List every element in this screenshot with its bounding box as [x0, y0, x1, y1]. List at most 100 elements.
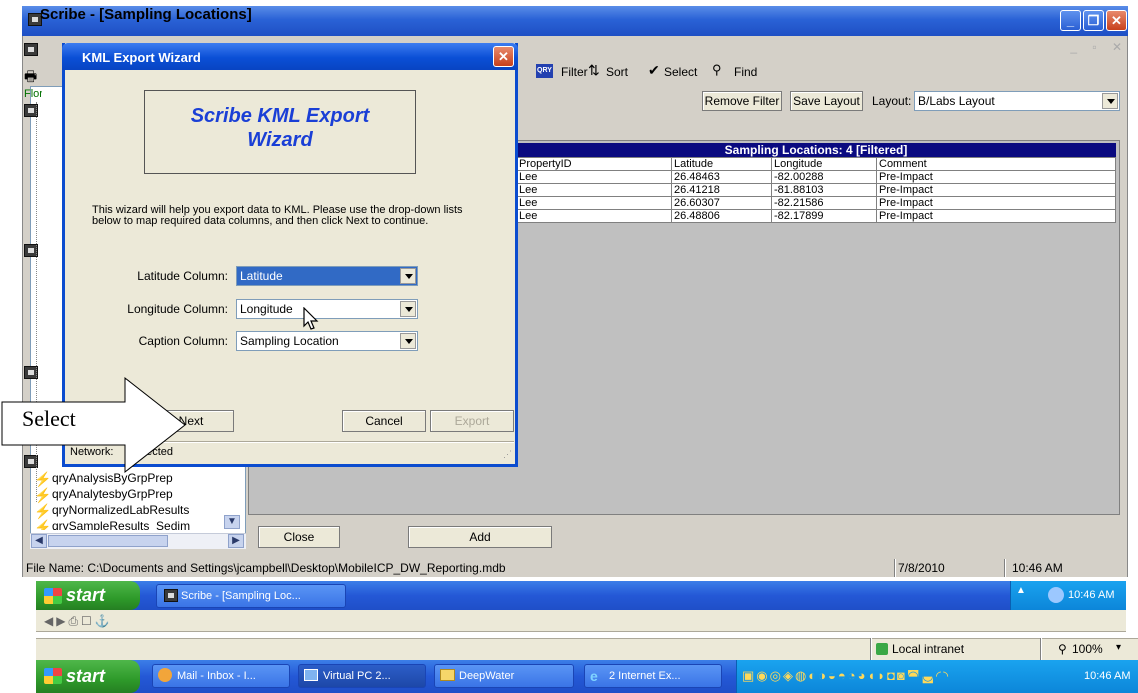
print-icon[interactable]: 🖶	[24, 66, 37, 90]
mdi-controls[interactable]: _ ▫ ✕	[1070, 40, 1128, 54]
chevron-down-icon[interactable]	[400, 333, 416, 349]
browser-status-bar	[36, 638, 1138, 660]
caption-dropdown[interactable]: Sampling Location	[236, 331, 418, 351]
table-row[interactable]: Lee 26.48463 -82.00288 Pre-Impact	[516, 170, 1116, 184]
status-time: 10:46 AM	[1012, 561, 1063, 575]
scroll-left-icon[interactable]: ◀	[31, 534, 47, 548]
table-cell[interactable]: Pre-Impact	[876, 196, 1116, 210]
binoculars-icon[interactable]: ⚲	[712, 62, 722, 78]
callout-text: Select	[22, 406, 76, 431]
mouse-cursor-icon	[303, 307, 319, 330]
table-cell[interactable]: -82.17899	[771, 209, 877, 223]
list-item[interactable]: ⚡qryAnalytesbyGrpPrep	[34, 486, 173, 502]
column-header[interactable]: PropertyID	[516, 157, 672, 171]
latitude-label: Latitude Column:	[137, 269, 228, 283]
task-mail[interactable]: Mail - Inbox - I...	[152, 664, 290, 688]
select-button[interactable]: Select	[664, 65, 697, 79]
longitude-value: Longitude	[240, 302, 293, 316]
app-icon	[164, 589, 178, 602]
chevron-down-icon[interactable]	[1102, 93, 1118, 109]
wizard-title: KML Export Wizard	[82, 50, 201, 65]
table-cell[interactable]: -82.21586	[771, 196, 877, 210]
scroll-down-icon[interactable]: ▼	[224, 515, 240, 529]
minimize-button[interactable]: _	[1060, 10, 1081, 31]
list-item[interactable]: ⚡qrySampleResults_Sedim	[34, 518, 190, 530]
list-item[interactable]: ⚡qryNormalizedLabResults	[34, 502, 189, 518]
banner-line: Wizard	[247, 129, 313, 151]
vm-indicator-icon[interactable]	[1048, 587, 1064, 603]
table-cell[interactable]: 26.48463	[671, 170, 772, 184]
longitude-label: Longitude Column:	[127, 302, 228, 316]
status-divider	[1040, 638, 1042, 660]
vm-clock: 10:46 AM	[1068, 589, 1115, 601]
latitude-dropdown[interactable]: Latitude	[236, 266, 418, 286]
table-cell[interactable]: Pre-Impact	[876, 183, 1116, 197]
browser-toolbar	[36, 610, 1126, 632]
restore-button[interactable]: ❐	[1083, 10, 1104, 31]
chevron-down-icon[interactable]	[400, 268, 416, 284]
windows-logo-icon	[44, 588, 62, 604]
scroll-right-icon[interactable]: ▶	[228, 534, 244, 548]
zoom-level[interactable]: 100%	[1072, 642, 1103, 656]
data-grid[interactable]: PropertyID Latitude Longitude Comment Le…	[516, 157, 1116, 223]
query-icon: ⚡	[34, 487, 52, 503]
save-layout-button[interactable]: Save Layout	[790, 91, 863, 111]
chevron-down-icon[interactable]: ▾	[1116, 642, 1121, 653]
longitude-dropdown[interactable]: Longitude	[236, 299, 418, 319]
table-row[interactable]: Lee 26.60307 -82.21586 Pre-Impact	[516, 196, 1116, 210]
table-cell[interactable]: 26.60307	[671, 196, 772, 210]
vm-task-scribe[interactable]: Scribe - [Sampling Loc...	[156, 584, 346, 608]
scroll-thumb[interactable]	[48, 535, 168, 547]
table-cell[interactable]: Lee	[516, 209, 672, 223]
add-button[interactable]: Add	[408, 526, 552, 548]
sort-icon[interactable]: ⇅	[588, 62, 600, 79]
task-internet-explorer[interactable]: 2 Internet Ex...	[584, 664, 722, 688]
tray-icon[interactable]: ▲	[1016, 585, 1030, 605]
window-title: Scribe - [Sampling Locations]	[40, 6, 252, 23]
close-button[interactable]: Close	[258, 526, 340, 548]
column-header[interactable]: Longitude	[771, 157, 877, 171]
caption-value: Sampling Location	[240, 334, 339, 348]
layout-dropdown[interactable]: B/Labs Layout	[914, 91, 1120, 111]
filter-button[interactable]: Filter	[561, 65, 588, 79]
table-cell[interactable]: Pre-Impact	[876, 209, 1116, 223]
status-divider	[894, 559, 896, 577]
table-cell[interactable]: Lee	[516, 170, 672, 184]
cancel-button[interactable]: Cancel	[342, 410, 426, 432]
column-header[interactable]: Comment	[876, 157, 1116, 171]
resize-grip-icon[interactable]: ⋰	[503, 445, 512, 463]
table-row[interactable]: Lee 26.41218 -81.88103 Pre-Impact	[516, 183, 1116, 197]
grid-caption: Sampling Locations: 4 [Filtered]	[516, 143, 1116, 157]
column-header[interactable]: Latitude	[671, 157, 772, 171]
table-cell[interactable]: Pre-Impact	[876, 170, 1116, 184]
export-button[interactable]: Export	[430, 410, 514, 432]
table-cell[interactable]: 26.41218	[671, 183, 772, 197]
tray-icons[interactable]: ▣◉◎◈◍◐◑◒◓◔◕◖◗◘◙◚◛◜◝	[742, 668, 950, 684]
table-cell[interactable]: -82.00288	[771, 170, 877, 184]
filter-icon[interactable]: QRY	[536, 64, 553, 78]
browser-toolbar-icons[interactable]: ◀▶⎙☐⚓	[44, 614, 113, 629]
table-cell[interactable]: 26.48806	[671, 209, 772, 223]
zoom-icon[interactable]: ⚲	[1058, 642, 1067, 656]
remove-filter-button[interactable]: Remove Filter	[702, 91, 782, 111]
status-divider	[1004, 559, 1006, 577]
layout-value: B/Labs Layout	[918, 94, 995, 108]
layout-label: Layout:	[872, 94, 912, 108]
header-row: PropertyID Latitude Longitude Comment	[516, 157, 1116, 171]
sort-button[interactable]: Sort	[606, 65, 628, 79]
table-cell[interactable]: Lee	[516, 196, 672, 210]
close-icon[interactable]: ✕	[493, 46, 514, 67]
file-name: File Name: C:\Documents and Settings\jca…	[26, 561, 506, 575]
panel-label: Flor	[24, 88, 42, 100]
virtual-pc-icon	[304, 669, 318, 681]
check-icon[interactable]: ✔	[648, 62, 660, 79]
query-icon: ⚡	[34, 519, 52, 530]
table-cell[interactable]: Lee	[516, 183, 672, 197]
table-row[interactable]: Lee 26.48806 -82.17899 Pre-Impact	[516, 209, 1116, 223]
find-button[interactable]: Find	[734, 65, 757, 79]
table-cell[interactable]: -81.88103	[771, 183, 877, 197]
close-window-button[interactable]: ✕	[1106, 10, 1127, 31]
menu-icon[interactable]	[24, 43, 38, 56]
task-deepwater[interactable]: DeepWater	[434, 664, 574, 688]
chevron-down-icon[interactable]	[400, 301, 416, 317]
